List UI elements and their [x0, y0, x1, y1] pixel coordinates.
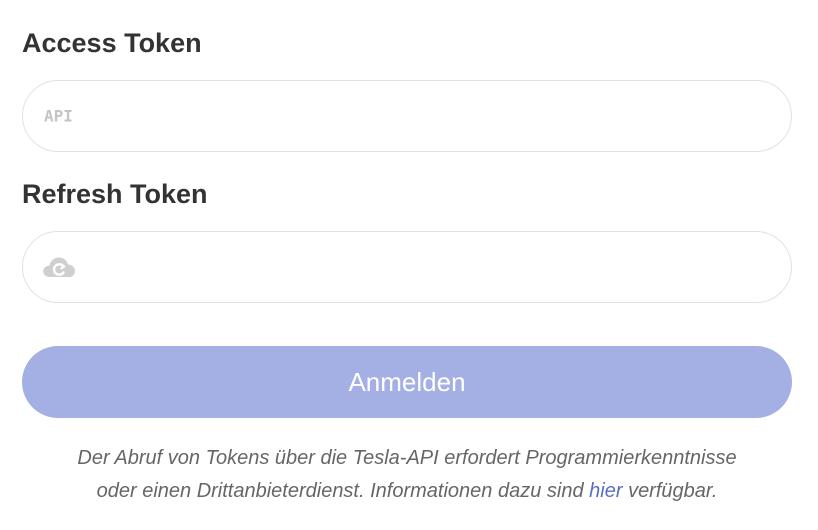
refresh-token-input[interactable]: [23, 232, 791, 302]
cloud-refresh-icon: [41, 255, 77, 279]
info-link[interactable]: hier: [589, 480, 622, 502]
info-note-line2-prefix: oder einen Drittanbieterdienst. Informat…: [96, 480, 584, 502]
login-button[interactable]: Anmelden: [22, 346, 792, 418]
info-note-line2-suffix: verfügbar.: [628, 480, 718, 502]
info-note: Der Abruf von Tokens über die Tesla-API …: [22, 442, 792, 508]
api-icon: API: [44, 106, 73, 126]
info-note-line1: Der Abruf von Tokens über die Tesla-API …: [77, 447, 737, 469]
access-token-input[interactable]: [23, 81, 791, 151]
refresh-token-field[interactable]: [22, 231, 792, 303]
refresh-token-label: Refresh Token: [22, 179, 208, 209]
access-token-field[interactable]: API: [22, 80, 792, 152]
access-token-label: Access Token: [22, 28, 202, 58]
login-form: Access Token API Refresh Token Anmelden …: [0, 0, 818, 530]
